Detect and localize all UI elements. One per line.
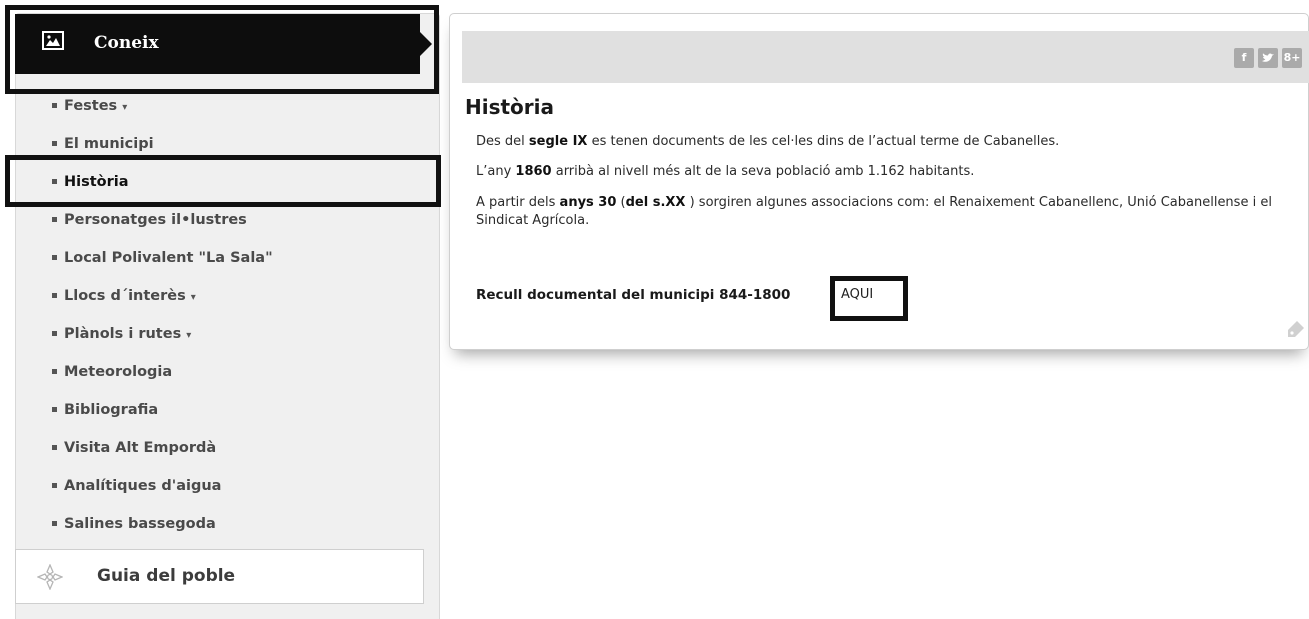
sidebar-item-personatges[interactable]: Personatges il•lustres (0, 201, 425, 239)
sidebar-header-coneix[interactable]: Coneix (15, 14, 432, 74)
sidebar-item-label: Llocs d´interès (64, 288, 186, 304)
sidebar-item-visita-alt-emporda[interactable]: Visita Alt Empordà (0, 429, 425, 467)
sidebar-item-planols-rutes[interactable]: Plànols i rutes ▾ (0, 315, 425, 353)
sidebar-item-label: Història (64, 174, 129, 190)
chevron-down-icon: ▾ (122, 102, 128, 113)
sidebar-item-meteorologia[interactable]: Meteorologia (0, 353, 425, 391)
sidebar-menu: Festes ▾ El municipi Història Personatges… (0, 87, 425, 543)
compass-rose-icon (36, 563, 64, 591)
google-plus-icon[interactable]: 8+ (1282, 48, 1302, 68)
share-bar (462, 31, 1309, 83)
sidebar-item-festes[interactable]: Festes ▾ (0, 87, 425, 125)
sidebar-item-label: Festes (64, 98, 118, 114)
tag-icon[interactable] (1285, 318, 1307, 340)
sidebar-item-salines-bassegoda[interactable]: Salines bassegoda (0, 505, 425, 543)
sidebar-item-analitiques-aigua[interactable]: Analítiques d'aigua (0, 467, 425, 505)
paragraph-1: Des del segle IX es tenen documents de l… (476, 134, 1060, 149)
sidebar-item-label: Meteorologia (64, 364, 173, 380)
guia-del-poble-button[interactable]: Guia del poble (15, 549, 424, 604)
sidebar-item-label: Visita Alt Empordà (64, 440, 217, 456)
facebook-icon[interactable]: f (1234, 48, 1254, 68)
sidebar-item-bibliografia[interactable]: Bibliografia (0, 391, 425, 429)
twitter-icon[interactable] (1258, 48, 1278, 68)
sidebar-item-historia[interactable]: Història (0, 163, 425, 201)
sidebar-item-label: Personatges il•lustres (64, 212, 247, 228)
sidebar-item-label: El municipi (64, 136, 154, 152)
chevron-down-icon: ▾ (186, 330, 192, 341)
guide-label: Guia del poble (97, 566, 236, 586)
sidebar-item-label: Bibliografia (64, 402, 159, 418)
aqui-link[interactable]: AQUI (841, 287, 873, 302)
image-icon (42, 31, 64, 50)
sidebar-item-llocs-interes[interactable]: Llocs d´interès ▾ (0, 277, 425, 315)
sidebar-item-label: Analítiques d'aigua (64, 478, 222, 494)
recull-documental-label: Recull documental del municipi 844-1800 (476, 287, 791, 303)
paragraph-2: L’any 1860 arribà al nivell més alt de l… (476, 164, 975, 179)
sidebar-header-title: Coneix (94, 33, 159, 53)
sidebar-item-label: Plànols i rutes (64, 326, 182, 342)
sidebar-item-label: Local Polivalent "La Sala" (64, 250, 273, 266)
paragraph-3: A partir dels anys 30 (del s.XX ) sorgir… (476, 195, 1272, 228)
chevron-down-icon: ▾ (190, 292, 196, 303)
sidebar-item-el-municipi[interactable]: El municipi (0, 125, 425, 163)
page-title: Història (465, 95, 555, 119)
sidebar-item-local-polivalent[interactable]: Local Polivalent "La Sala" (0, 239, 425, 277)
sidebar-item-label: Salines bassegoda (64, 516, 216, 532)
